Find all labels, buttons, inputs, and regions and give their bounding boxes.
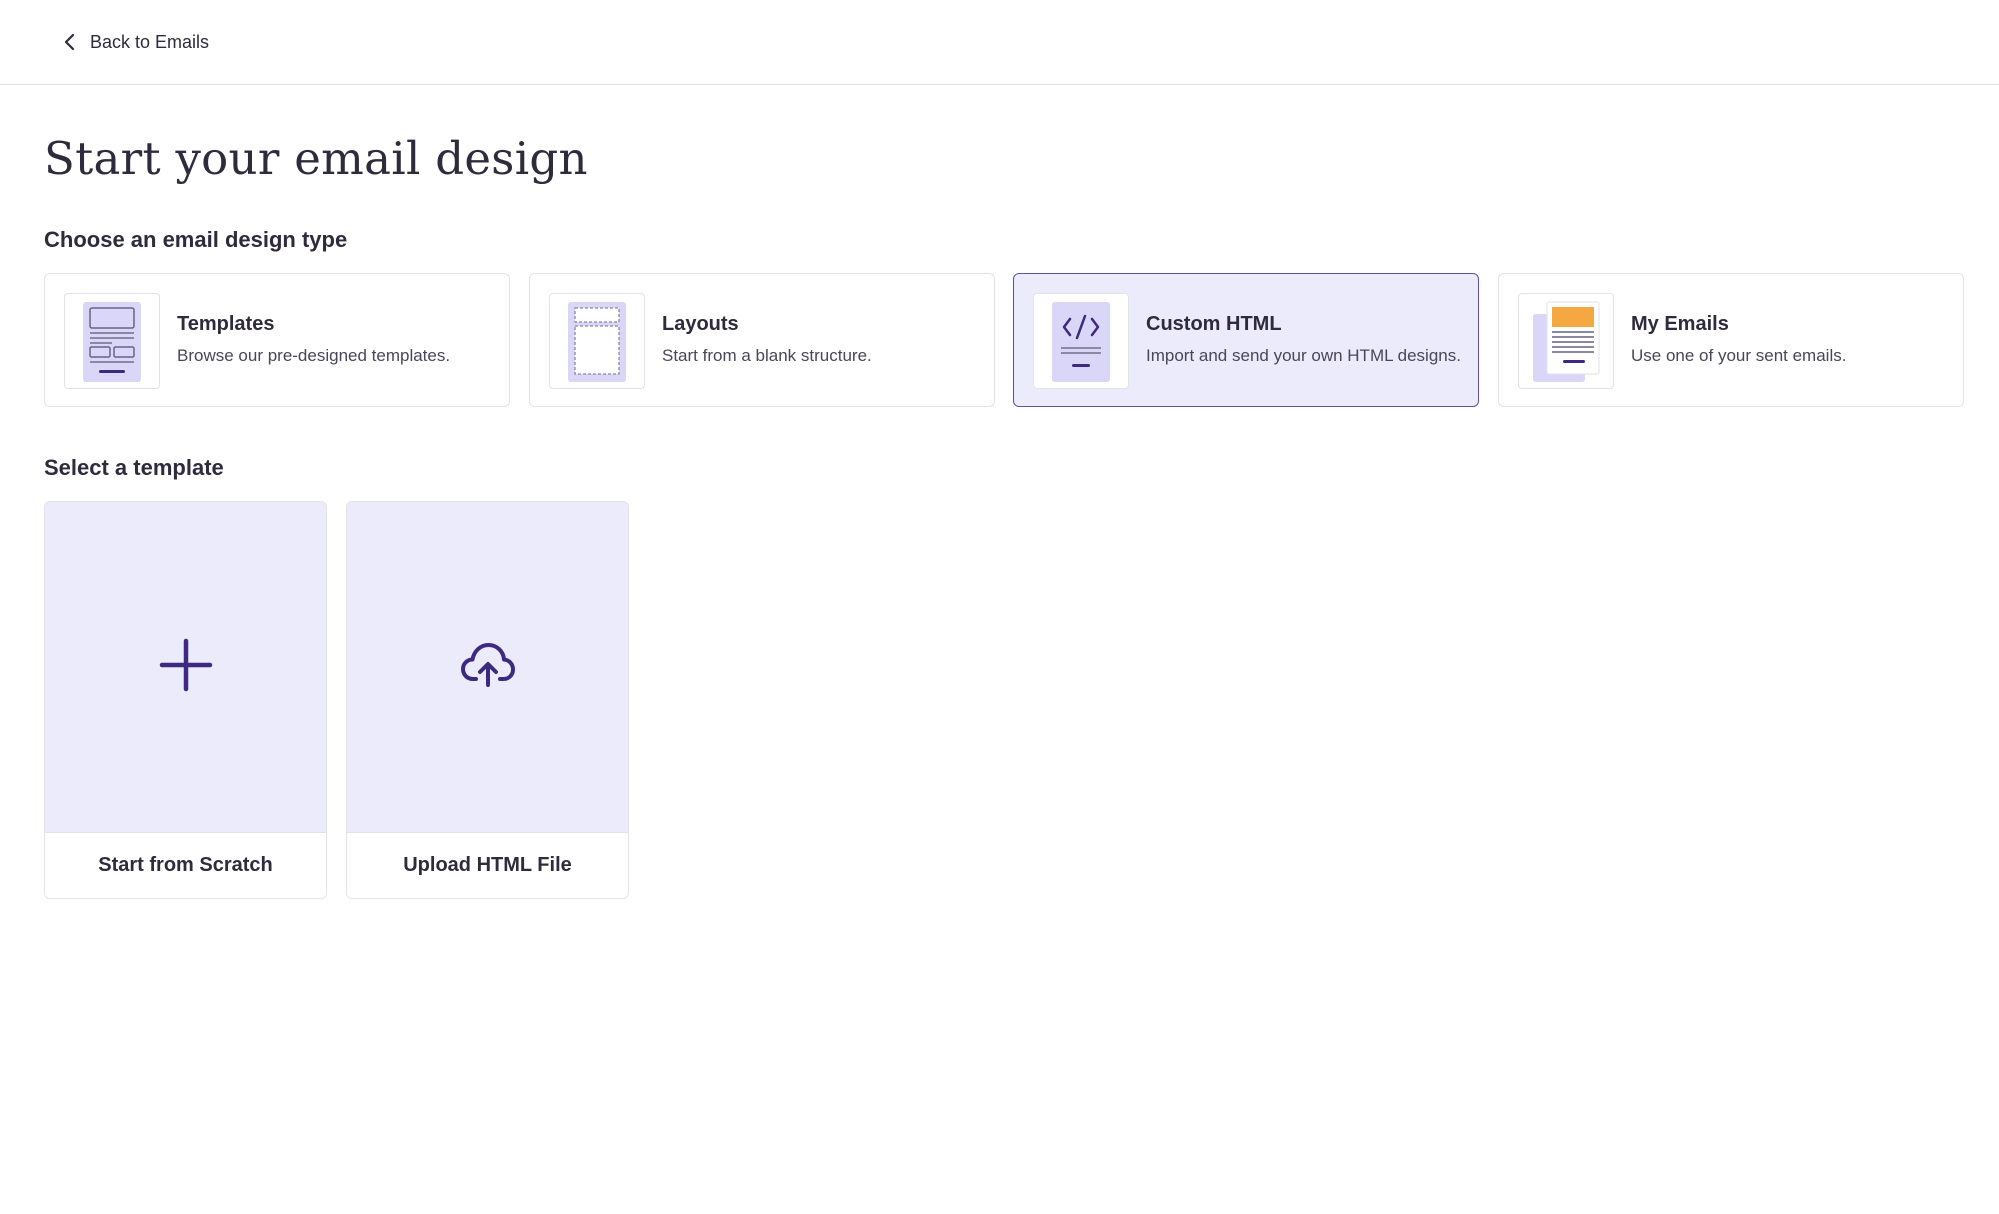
- template-label: Start from Scratch: [45, 832, 326, 898]
- upload-html-file-card[interactable]: Upload HTML File: [346, 501, 629, 899]
- page-title: Start your email design: [44, 132, 588, 185]
- design-type-description: Browse our pre-designed templates.: [177, 346, 451, 365]
- design-type-templates-card[interactable]: Templates Browse our pre-designed templa…: [44, 273, 510, 407]
- design-type-title: Custom HTML: [1146, 313, 1282, 335]
- design-type-heading: Choose an email design type: [44, 227, 348, 252]
- cloud-upload-icon: [460, 641, 516, 694]
- design-type-title: Layouts: [662, 313, 739, 335]
- design-type-title: My Emails: [1631, 313, 1729, 335]
- design-type-my-emails-card[interactable]: My Emails Use one of your sent emails.: [1498, 273, 1964, 407]
- select-template-heading: Select a template: [44, 455, 224, 480]
- plus-icon: [159, 638, 213, 697]
- chevron-left-icon: [62, 33, 78, 51]
- templates-thumbnail-icon: [64, 293, 160, 389]
- layouts-thumbnail-icon: [549, 293, 645, 389]
- start-from-scratch-card[interactable]: Start from Scratch: [44, 501, 327, 899]
- code-thumbnail-icon: [1033, 293, 1129, 389]
- back-to-emails-link[interactable]: Back to Emails: [62, 28, 209, 56]
- design-type-custom-html-card[interactable]: Custom HTML Import and send your own HTM…: [1013, 273, 1479, 407]
- back-to-emails-label: Back to Emails: [90, 31, 210, 52]
- design-type-description: Start from a blank structure.: [662, 346, 872, 365]
- design-type-description: Import and send your own HTML designs.: [1146, 346, 1461, 365]
- upload-html-file-preview: [347, 502, 628, 833]
- design-type-layouts-card[interactable]: Layouts Start from a blank structure.: [529, 273, 995, 407]
- top-bar: Back to Emails: [0, 0, 1999, 85]
- design-type-description: Use one of your sent emails.: [1631, 346, 1847, 365]
- design-type-title: Templates: [177, 313, 275, 335]
- start-from-scratch-preview: [45, 502, 326, 833]
- template-label: Upload HTML File: [347, 832, 628, 898]
- my-emails-thumbnail-icon: [1518, 293, 1614, 389]
